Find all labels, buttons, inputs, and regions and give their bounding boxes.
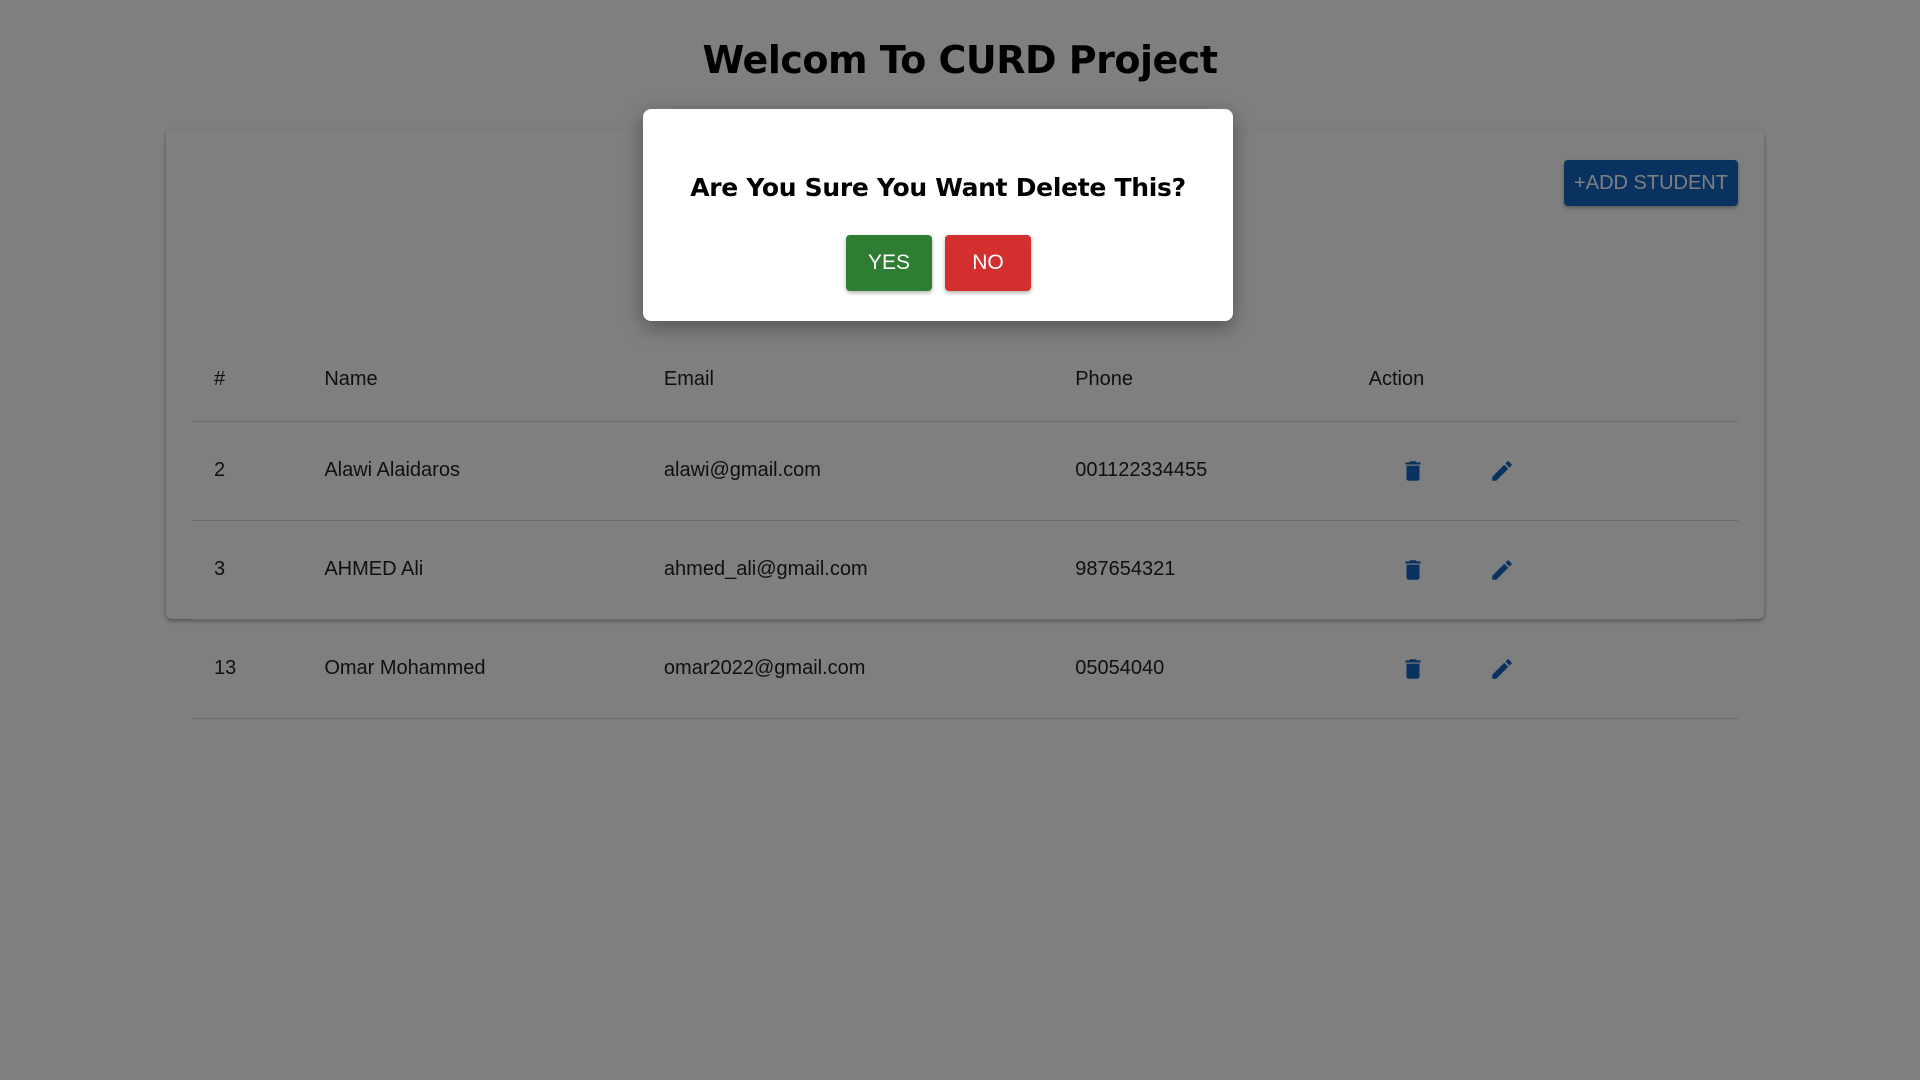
yes-button[interactable]: YES <box>846 235 932 291</box>
dialog-title: Are You Sure You Want Delete This? <box>690 173 1186 202</box>
no-button[interactable]: NO <box>945 235 1031 291</box>
confirm-delete-dialog: Are You Sure You Want Delete This? YES N… <box>643 109 1233 321</box>
